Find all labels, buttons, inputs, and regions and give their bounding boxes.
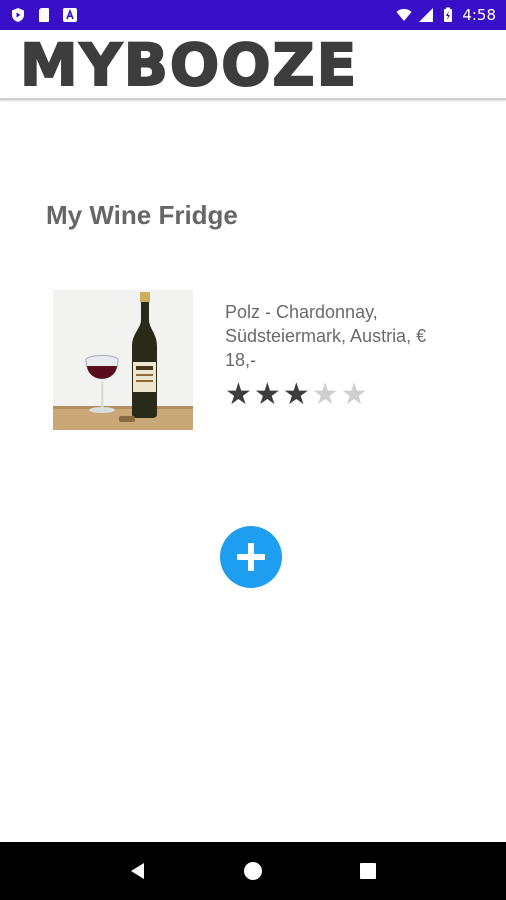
status-right-icons: 4:58 [396,6,496,24]
back-icon [130,863,144,879]
star-empty-icon: ★ [340,377,368,412]
accessibility-a-icon [62,7,78,23]
shield-play-icon [10,7,26,23]
star-empty-icon: ★ [311,377,339,412]
status-left-icons [10,7,78,23]
home-icon [243,862,262,880]
recents-button[interactable] [348,851,388,891]
star-filled-icon: ★ [253,377,281,412]
app-logo: MYBOOZE [19,31,359,99]
status-time: 4:58 [462,6,496,24]
battery-charging-icon [440,7,456,23]
signal-icon [418,7,434,23]
wine-thumbnail [53,290,193,430]
plus-icon [237,543,265,571]
wine-info: Polz - Chardonnay, Südsteiermark, Austri… [225,300,445,410]
wine-rating: ★ ★ ★ ★ ★ [225,380,445,410]
star-filled-icon: ★ [282,377,310,412]
back-button[interactable] [118,851,158,891]
navigation-bar [0,842,506,900]
page-title: My Wine Fridge [46,200,238,230]
sim-card-icon [36,7,52,23]
recents-icon [360,863,377,879]
wine-description: Polz - Chardonnay, Südsteiermark, Austri… [225,302,427,370]
wifi-icon [396,7,412,23]
home-button[interactable] [233,851,273,891]
wine-list-item[interactable]: Polz - Chardonnay, Südsteiermark, Austri… [53,290,453,430]
add-wine-button[interactable] [220,526,282,588]
status-bar: 4:58 [0,0,506,30]
app-bar: MYBOOZE [0,30,506,100]
screen: 4:58 MYBOOZE My Wine Fridge Polz - Chard… [0,0,506,900]
star-filled-icon: ★ [225,377,252,412]
